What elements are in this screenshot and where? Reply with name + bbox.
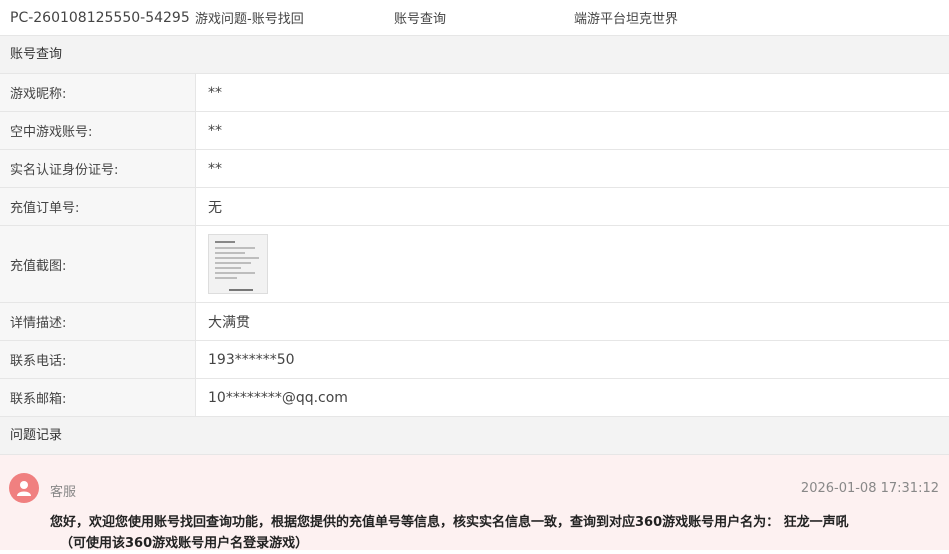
record-message-line1: 您好，欢迎您使用账号找回查询功能，根据您提供的充值单号等信息，核实实名信息一致，… <box>50 515 849 530</box>
account-info-table: 游戏昵称: ** 空中游戏账号: ** 实名认证身份证号: ** 充值订单号: … <box>0 74 949 417</box>
record-message: 您好，欢迎您使用账号找回查询功能，根据您提供的充值单号等信息，核实实名信息一致，… <box>50 512 935 554</box>
row-id-number: 实名认证身份证号: ** <box>0 150 949 188</box>
label-order-number: 充值订单号: <box>0 188 196 225</box>
records-section-title: 问题记录 <box>0 417 949 455</box>
ticket-id: PC-260108125550-54295 <box>10 9 190 26</box>
row-email: 联系邮箱: 10********@qq.com <box>0 379 949 417</box>
record-message-line2: （可使用该360游戏账号用户名登录游戏） <box>60 536 309 551</box>
user-icon <box>17 481 31 496</box>
account-section-title: 账号查询 <box>0 36 949 74</box>
label-phone: 联系电话: <box>0 341 196 378</box>
payment-screenshot-thumbnail[interactable] <box>208 234 268 294</box>
row-game-account: 空中游戏账号: ** <box>0 112 949 150</box>
label-id-number: 实名认证身份证号: <box>0 150 196 187</box>
label-game-account: 空中游戏账号: <box>0 112 196 149</box>
ticket-game: 端游平台坦克世界 <box>574 12 679 27</box>
value-phone: 193******50 <box>208 351 295 368</box>
value-game-nickname: ** <box>208 84 222 101</box>
record-time: 2026-01-08 17:31:12 <box>800 481 939 496</box>
value-order-number: 无 <box>208 199 222 216</box>
value-payment-screenshot <box>196 226 949 302</box>
row-order-number: 充值订单号: 无 <box>0 188 949 226</box>
value-game-account: ** <box>208 122 222 139</box>
value-description: 大满贯 <box>208 314 250 331</box>
ticket-query-type: 账号查询 <box>394 12 447 27</box>
record-item: 客服 2026-01-08 17:31:12 您好，欢迎您使用账号找回查询功能，… <box>0 455 949 551</box>
avatar <box>9 473 39 503</box>
label-payment-screenshot: 充值截图: <box>0 226 196 302</box>
label-email: 联系邮箱: <box>0 379 196 416</box>
row-description: 详情描述: 大满贯 <box>0 303 949 341</box>
label-description: 详情描述: <box>0 303 196 340</box>
row-payment-screenshot: 充值截图: <box>0 226 949 303</box>
value-email: 10********@qq.com <box>208 389 348 406</box>
record-author: 客服 <box>50 485 77 500</box>
label-game-nickname: 游戏昵称: <box>0 74 196 111</box>
ticket-category: 游戏问题-账号找回 <box>195 12 304 27</box>
ticket-header: PC-260108125550-54295 游戏问题-账号找回 账号查询 端游平… <box>0 0 949 36</box>
value-id-number: ** <box>208 160 222 177</box>
row-game-nickname: 游戏昵称: ** <box>0 74 949 112</box>
row-phone: 联系电话: 193******50 <box>0 341 949 379</box>
